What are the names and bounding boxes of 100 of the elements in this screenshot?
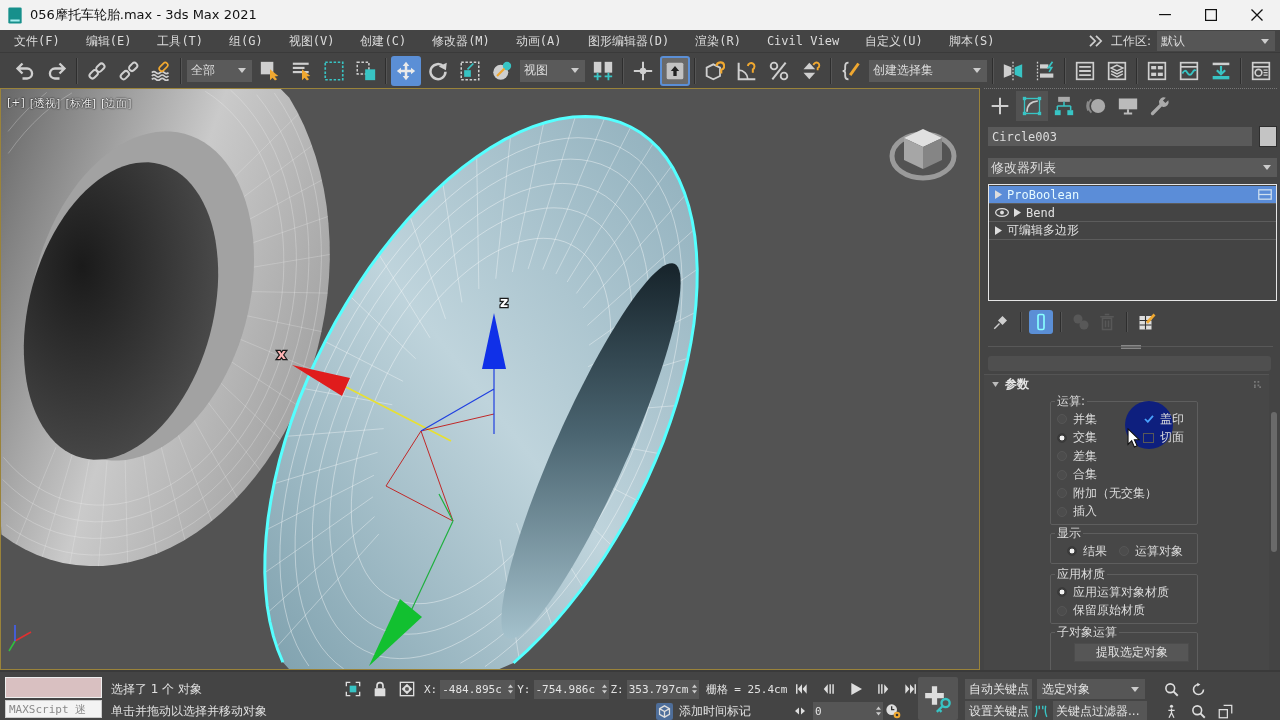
app-logo-icon xyxy=(7,5,23,25)
modifier-list-dropdown[interactable]: 修改器列表 xyxy=(988,158,1277,177)
chain-waves-icon xyxy=(151,60,171,81)
key-filters-button[interactable]: 关键点过滤器... xyxy=(1053,701,1147,720)
square-cursor-icon xyxy=(260,60,280,81)
frame-field[interactable]: 0 xyxy=(813,701,883,720)
menu-item[interactable]: 动画(A) xyxy=(515,32,562,50)
menu-item[interactable]: 创建(C) xyxy=(360,32,407,50)
workspace-label: 工作区: xyxy=(1110,32,1151,50)
target-frame-icon xyxy=(399,681,415,697)
toolbar-dropdown[interactable]: 视图 xyxy=(520,59,585,82)
menu-item[interactable]: 组(G) xyxy=(229,32,263,50)
viewport-label-menu[interactable]: [+] xyxy=(7,96,25,111)
list-cursor-icon xyxy=(292,60,312,81)
radio-button[interactable] xyxy=(1067,546,1077,556)
rollout-title[interactable]: 参数 xyxy=(1005,375,1248,393)
view-cube xyxy=(889,129,957,181)
plus-key-icon xyxy=(924,684,952,713)
list-window-icon xyxy=(1075,60,1095,81)
stack-item-label: ProBoolean xyxy=(1007,187,1081,202)
sphere-place-icon xyxy=(492,60,512,81)
stack-item[interactable]: Bend xyxy=(989,204,1276,222)
download-bar-icon xyxy=(1211,60,1231,81)
selection-set-combo[interactable]: 创建选择集 xyxy=(869,59,987,82)
menu-item[interactable]: 渲染(R) xyxy=(695,32,741,50)
radio-label: 合集 xyxy=(1073,466,1097,484)
table-pencil-icon xyxy=(1138,313,1156,331)
coordinate-field[interactable]: -484.895c xyxy=(440,679,516,699)
set-key-button[interactable] xyxy=(918,677,958,720)
menu-item[interactable]: 修改器(M) xyxy=(432,32,490,50)
previous-frame-icon xyxy=(822,682,836,696)
caret-icon xyxy=(238,68,246,73)
lock-icon xyxy=(372,681,388,697)
object-name-field[interactable]: Circle003 xyxy=(988,127,1252,146)
pin-icon xyxy=(992,313,1010,331)
viewport[interactable]: x z [+] [透视] [标准] [边面] xyxy=(0,88,980,670)
checkmark-icon xyxy=(1143,415,1154,424)
viewport-label-menu[interactable]: [透视] xyxy=(29,96,61,111)
menu-item[interactable]: 图形编辑器(D) xyxy=(587,32,670,50)
dashed-square-fill-icon xyxy=(356,60,376,81)
spinner-arrows-icon xyxy=(876,706,881,716)
menu-item[interactable]: 文件(F) xyxy=(14,32,60,50)
spinner-arrows-icon xyxy=(691,684,697,694)
radio-label: 附加（无交集） xyxy=(1073,484,1157,502)
checkbox[interactable] xyxy=(1143,414,1154,425)
radio-label: 保留原始材质 xyxy=(1073,602,1145,620)
shortcut-override-button[interactable] xyxy=(660,55,690,86)
listener-output-field[interactable] xyxy=(5,677,102,698)
menu-item[interactable]: Civil View xyxy=(766,34,840,48)
key-filter-icon xyxy=(1034,704,1048,718)
coordinate-field[interactable]: -754.986c xyxy=(533,679,609,699)
radio-button[interactable] xyxy=(1057,432,1067,443)
align-icon xyxy=(1035,60,1055,81)
maxscript-input-field[interactable]: MAXScript 迷 xyxy=(5,700,102,718)
radio-label: 差集 xyxy=(1073,447,1097,465)
menu-item[interactable]: 视图(V) xyxy=(288,32,335,50)
pivot-icon xyxy=(593,60,613,81)
radio-label: 结果 xyxy=(1083,542,1107,560)
group-label: 显示 xyxy=(1056,525,1082,542)
move-button[interactable] xyxy=(391,55,421,86)
auto-key-button[interactable]: 自动关键点 xyxy=(965,679,1032,699)
caret-icon xyxy=(1131,686,1139,692)
angle-snap-icon xyxy=(737,60,757,81)
coordinate-field[interactable]: 353.797cm xyxy=(626,679,699,699)
add-time-tag-button[interactable]: 添加时间标记 xyxy=(656,701,751,720)
group-label: 运算: xyxy=(1056,393,1087,410)
redo-icon xyxy=(47,60,67,81)
wave-window-icon xyxy=(1179,60,1199,81)
key-target-dropdown[interactable]: 选定对象 xyxy=(1037,679,1145,699)
stack-item[interactable]: ProBoolean xyxy=(989,186,1276,204)
wrench-icon xyxy=(1150,95,1170,116)
caret-icon xyxy=(1261,38,1269,44)
workspace-dropdown[interactable]: 默认 xyxy=(1157,31,1275,51)
modify-tab[interactable] xyxy=(1016,90,1048,121)
magnifier-icon xyxy=(1190,703,1206,719)
layers-icon xyxy=(1107,60,1127,81)
axis-tripod-icon xyxy=(8,624,32,652)
rotate-icon xyxy=(428,60,448,81)
mouse-cursor-icon xyxy=(1127,428,1140,448)
radio-button[interactable] xyxy=(1057,587,1067,598)
extract-button[interactable]: 提取选定对象 xyxy=(1074,643,1189,662)
menu-item[interactable]: 脚本(S) xyxy=(948,32,995,50)
orbit-icon xyxy=(1190,681,1206,697)
show-end-result-button[interactable] xyxy=(1029,310,1053,334)
isolate-selection-icon xyxy=(345,681,361,697)
menu-item[interactable]: 工具(T) xyxy=(157,32,204,50)
color-swatch-icon[interactable] xyxy=(1259,126,1277,147)
menu-item[interactable]: 编辑(E) xyxy=(85,32,132,50)
grid-size-label: 栅格 = 25.4cm xyxy=(705,681,788,697)
checkbox[interactable] xyxy=(1143,432,1154,443)
prompt-line: 单击并拖动以选择并移动对象 xyxy=(111,702,267,720)
stack-item[interactable]: 可编辑多边形 xyxy=(989,222,1276,240)
scrollbar-thumb[interactable] xyxy=(1271,412,1277,552)
time-config-button[interactable] xyxy=(883,701,903,720)
menu-item[interactable]: 自定义(U) xyxy=(865,32,923,50)
collapse-triangle-icon xyxy=(992,381,999,387)
mirror-icon xyxy=(1003,60,1023,81)
set-key-mode-button[interactable]: 设置关键点 xyxy=(965,701,1032,720)
toolbar-dropdown[interactable]: 全部 xyxy=(187,59,252,82)
cube-hook-icon xyxy=(705,60,725,81)
